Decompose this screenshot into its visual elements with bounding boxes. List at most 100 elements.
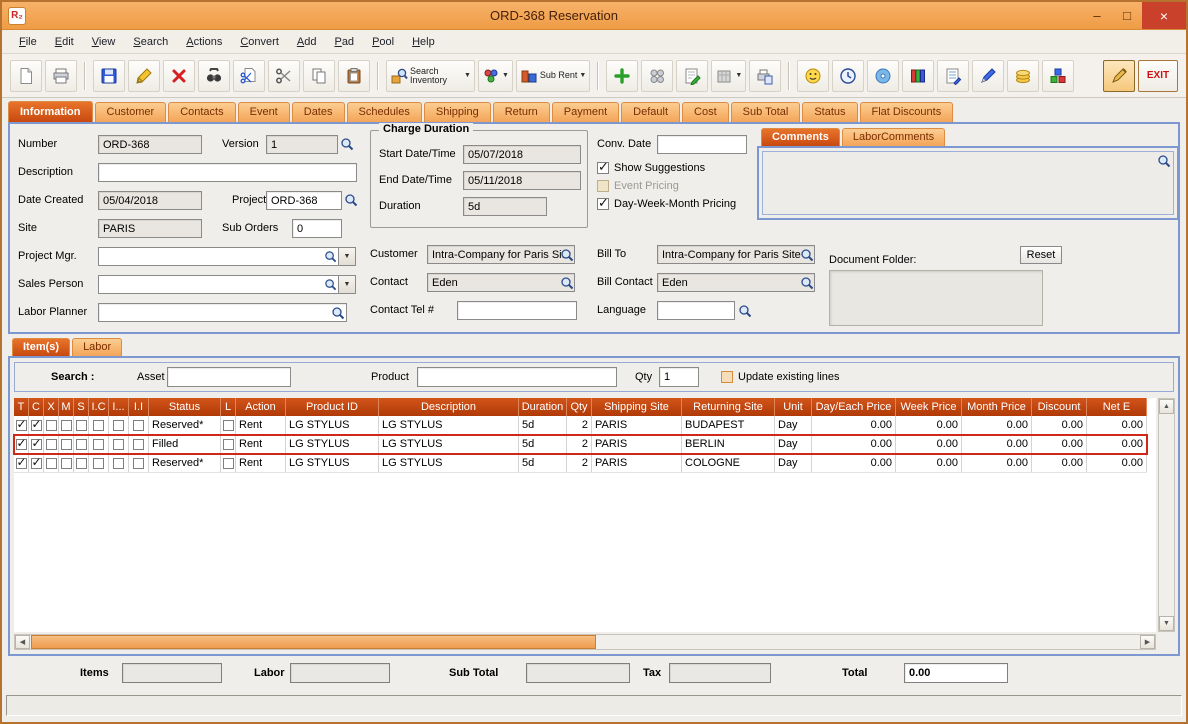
cell-unit[interactable]: Day [775,435,812,453]
version-field[interactable]: 1 [266,135,338,154]
col-description[interactable]: Description [379,398,519,416]
col-ii[interactable]: I.I [129,398,149,416]
bill-to-lookup-icon[interactable] [799,247,814,262]
cell-discount[interactable]: 0.00 [1032,416,1087,434]
cell-returning-site[interactable]: COLOGNE [682,454,775,472]
row-checkbox-c[interactable] [30,455,42,469]
row-checkbox-i2[interactable] [113,419,124,431]
row-checkbox-x[interactable] [45,457,57,469]
cell-action[interactable]: Rent [236,435,286,453]
sub-total-field[interactable] [526,663,630,683]
menu-file[interactable]: File [10,32,46,52]
row-checkbox-x[interactable] [45,419,57,431]
comments-textarea[interactable] [762,151,1174,215]
version-lookup-icon[interactable] [339,136,354,151]
cell-qty[interactable]: 2 [567,454,592,472]
bill-to-field[interactable]: Intra-Company for Paris Site [657,245,815,264]
cell-shipping-site[interactable]: PARIS [592,435,682,453]
table-row[interactable]: Reserved* Rent LG STYLUS LG STYLUS 5d 2 … [14,416,1147,435]
cell-unit[interactable]: Day [775,416,812,434]
col-returning-site[interactable]: Returning Site [682,398,775,416]
description-field[interactable] [98,163,357,182]
cell-description[interactable]: LG STYLUS [379,435,519,453]
tab-cost[interactable]: Cost [682,102,729,122]
customer-field[interactable]: Intra-Company for Paris Site [427,245,575,264]
scroll-right-icon[interactable]: ▶ [1140,635,1155,649]
horizontal-scroll-thumb[interactable] [31,635,596,649]
smiley-button[interactable] [797,59,830,92]
row-checkbox-ii[interactable] [133,457,144,469]
row-checkbox-i2[interactable] [113,438,124,450]
cell-month-price[interactable]: 0.00 [962,435,1032,453]
tab-sub-total[interactable]: Sub Total [730,102,801,122]
col-week-price[interactable]: Week Price [896,398,962,416]
tab-labor-comments[interactable]: LaborComments [841,128,946,146]
tab-contacts[interactable]: Contacts [168,102,236,122]
row-checkbox-ic[interactable] [93,457,104,469]
cell-net[interactable]: 0.00 [1087,435,1147,453]
tab-schedules[interactable]: Schedules [346,102,422,122]
copy-button[interactable] [303,59,335,92]
exit-button[interactable]: EXIT [1138,59,1178,92]
col-discount[interactable]: Discount [1032,398,1087,416]
conv-date-field[interactable] [657,135,747,154]
vertical-scrollbar[interactable]: ▲ ▼ [1158,398,1175,632]
col-status[interactable]: Status [149,398,221,416]
print-button[interactable] [45,59,77,92]
comments-zoom-icon[interactable] [1156,153,1171,168]
row-checkbox-t[interactable] [15,436,27,450]
delete-button[interactable] [163,59,195,92]
cell-discount[interactable]: 0.00 [1032,435,1087,453]
cell-net[interactable]: 0.00 [1087,454,1147,472]
history-button[interactable] [832,59,865,92]
table-row[interactable]: Reserved* Rent LG STYLUS LG STYLUS 5d 2 … [14,454,1147,473]
customer-lookup-icon[interactable] [559,247,574,262]
row-checkbox-m[interactable] [60,419,72,431]
cell-status[interactable]: Reserved* [149,454,221,472]
cell-description[interactable]: LG STYLUS [379,416,519,434]
contact-lookup-icon[interactable] [559,275,574,290]
horizontal-scrollbar[interactable]: ◀ ▶ [14,634,1156,650]
blocks-button[interactable] [1042,59,1075,92]
pool-options-button[interactable]: ▼ [477,59,513,92]
pad-button[interactable]: ▼ [711,59,747,92]
cell-action[interactable]: Rent [236,416,286,434]
menu-edit[interactable]: Edit [46,32,83,52]
cell-status[interactable]: Filled [149,435,221,453]
table-row[interactable]: Filled Rent LG STYLUS LG STYLUS 5d 2 PAR… [13,434,1148,455]
row-checkbox-ii[interactable] [133,419,144,431]
tab-default[interactable]: Default [621,102,681,122]
tax-field[interactable] [669,663,771,683]
search-inventory-button[interactable]: Search Inventory ▼ [386,59,475,92]
col-duration[interactable]: Duration [519,398,567,416]
col-ic[interactable]: I.C [89,398,109,416]
cell-day-each-price[interactable]: 0.00 [812,416,896,434]
scroll-left-icon[interactable]: ◀ [15,635,30,649]
cell-status[interactable]: Reserved* [149,416,221,434]
col-c[interactable]: C [29,398,44,416]
menu-view[interactable]: View [83,32,125,52]
cell-returning-site[interactable]: BUDAPEST [682,416,775,434]
cell-shipping-site[interactable]: PARIS [592,454,682,472]
cell-month-price[interactable]: 0.00 [962,416,1032,434]
day-week-month-pricing-checkbox[interactable]: Day-Week-Month Pricing [597,195,736,211]
col-t[interactable]: T [14,398,29,416]
row-checkbox-m[interactable] [60,457,72,469]
show-suggestions-box[interactable] [597,159,609,175]
cell-unit[interactable]: Day [775,454,812,472]
tab-payment[interactable]: Payment [551,102,620,122]
row-checkbox-x[interactable] [45,438,57,450]
tab-labor[interactable]: Labor [72,338,123,356]
tab-return[interactable]: Return [492,102,550,122]
tab-comments[interactable]: Comments [761,128,840,146]
cell-day-each-price[interactable]: 0.00 [812,435,896,453]
number-field[interactable]: ORD-368 [98,135,202,154]
tab-status[interactable]: Status [802,102,858,122]
asset-input[interactable] [167,367,291,387]
end-date-field[interactable]: 05/11/2018 [463,171,581,190]
cell-net[interactable]: 0.00 [1087,416,1147,434]
scissors-button[interactable] [268,59,300,92]
col-action[interactable]: Action [236,398,286,416]
project-mgr-dropdown-arrow[interactable]: ▼ [338,248,355,265]
row-checkbox-s[interactable] [75,457,87,469]
